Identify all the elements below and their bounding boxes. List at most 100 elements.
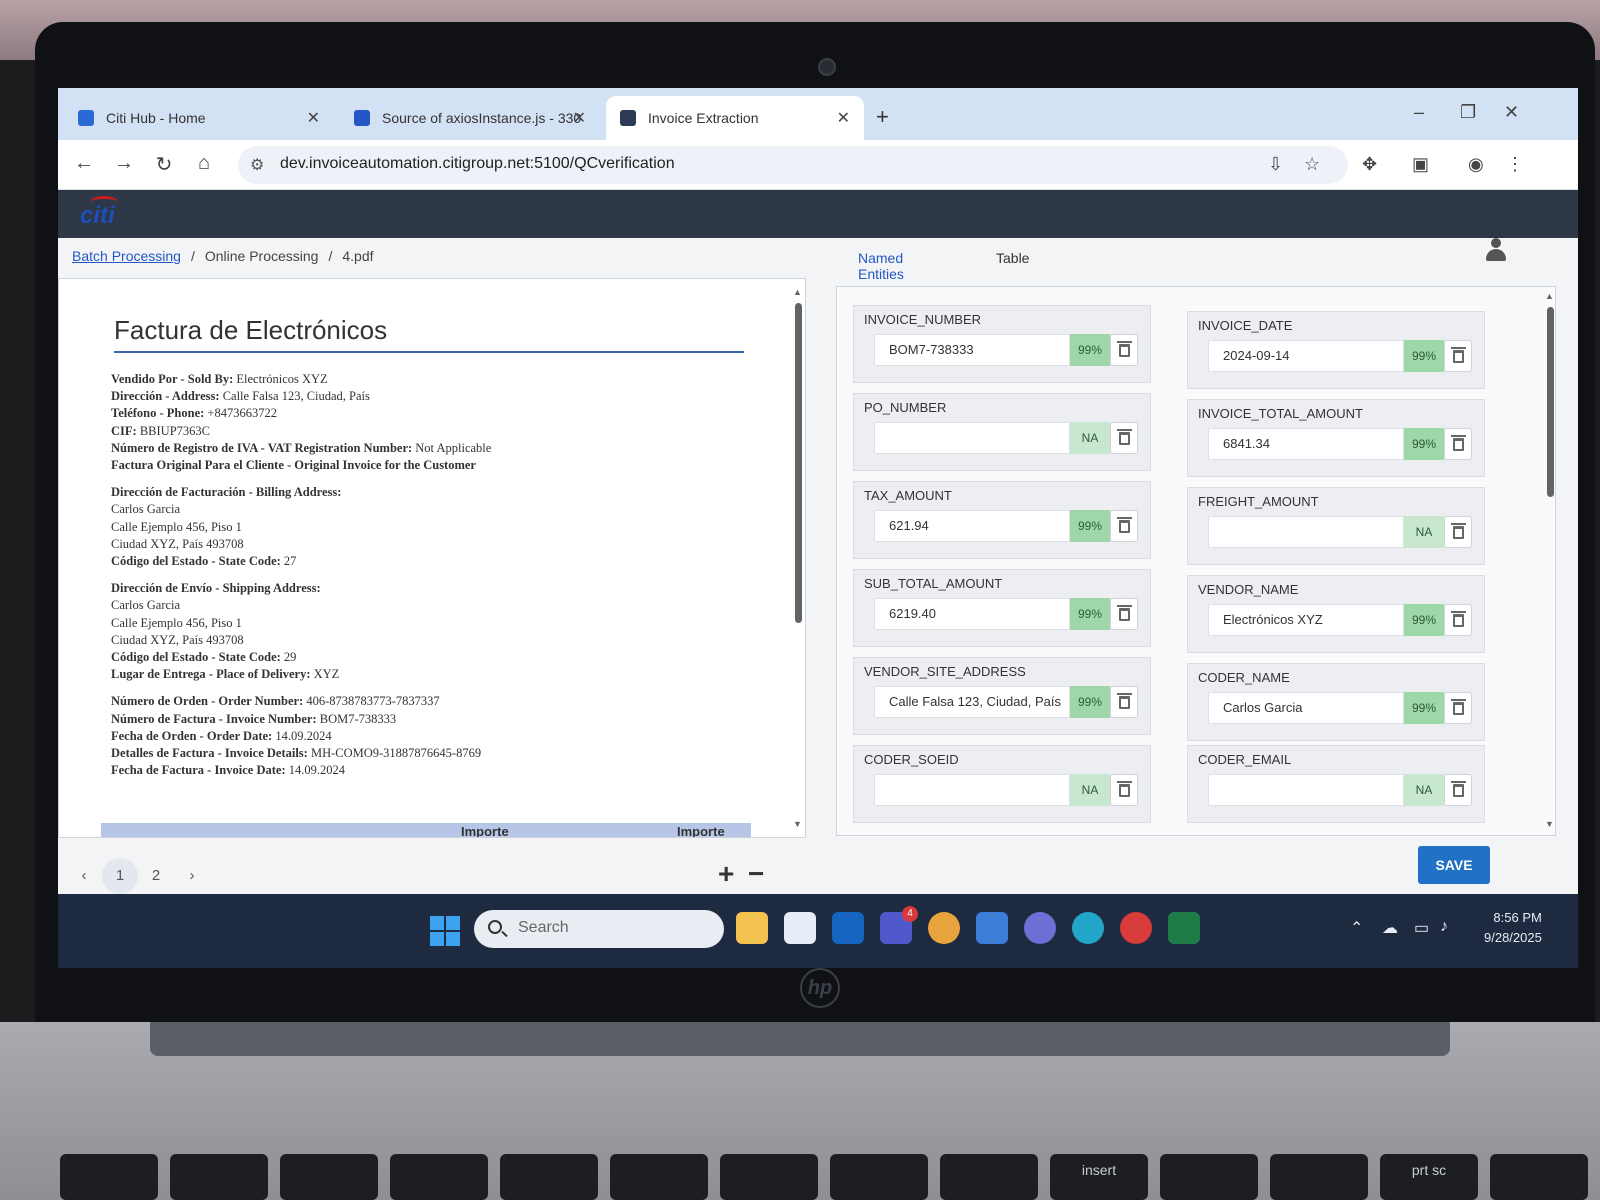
delete-button[interactable] [1110,510,1138,542]
delete-button[interactable] [1110,774,1138,806]
new-tab-button[interactable]: + [876,104,889,130]
field-input[interactable]: 2024-09-14 [1208,340,1404,372]
onedrive-icon[interactable]: ☁ [1382,918,1398,938]
viewer-scrollbar[interactable]: ▲ ▼ [793,287,803,831]
trash-icon [1117,429,1132,445]
delete-button[interactable] [1444,692,1472,724]
breadcrumb-separator: / [190,248,195,264]
close-tab-icon[interactable]: ✕ [573,108,586,128]
shipping-line: Ciudad XYZ, País 493708 [111,632,244,647]
close-window-icon[interactable]: ✕ [1504,102,1519,123]
tray-chevron-icon[interactable]: ⌃ [1350,918,1363,938]
scroll-thumb[interactable] [795,303,802,623]
field-input[interactable] [1208,774,1404,806]
delete-button[interactable] [1444,516,1472,548]
back-arrow-icon[interactable]: ← [72,152,96,175]
delete-button[interactable] [1444,774,1472,806]
volume-icon[interactable]: ♪ [1440,918,1448,936]
profile-icon[interactable]: ◉ [1468,154,1484,175]
site-info-icon[interactable]: ⚙ [250,155,264,175]
confidence-badge: 99% [1070,334,1110,366]
next-page-button[interactable]: › [174,858,210,894]
confidence-badge: NA [1404,516,1444,548]
key [280,1154,378,1200]
save-button[interactable]: SAVE [1418,846,1490,884]
entities-scrollbar[interactable]: ▲ ▼ [1545,291,1555,831]
field-input[interactable] [1208,516,1404,548]
field-input[interactable] [874,422,1070,454]
install-app-icon[interactable]: ⇩ [1268,154,1283,175]
chrome-icon[interactable] [928,912,960,944]
breadcrumb-online-processing: Online Processing [204,248,319,264]
teams-icon[interactable]: 4 [880,906,918,944]
delete-button[interactable] [1110,598,1138,630]
zoom-out-button[interactable]: − [748,858,764,890]
devtools-favicon-icon [354,110,370,126]
field-input[interactable]: Electrónicos XYZ [1208,604,1404,636]
breadcrumb-separator: / [328,248,333,264]
restore-icon[interactable]: ❐ [1460,102,1476,123]
cloud-app-icon[interactable] [1072,912,1104,944]
scroll-up-icon[interactable]: ▲ [793,287,802,297]
tab-citi-hub[interactable]: Citi Hub - Home ✕ [64,96,334,140]
delete-button[interactable] [1444,604,1472,636]
field-input[interactable]: Carlos Garcia [1208,692,1404,724]
field-input[interactable]: Calle Falsa 123, Ciudad, País [874,686,1070,718]
page-2-button[interactable]: 2 [138,858,174,894]
outlook-icon[interactable] [832,912,864,944]
minimize-icon[interactable]: – [1414,102,1424,123]
delete-button[interactable] [1110,422,1138,454]
citi-logo[interactable]: citi [80,196,118,230]
prev-page-button[interactable]: ‹ [66,858,102,894]
delete-button[interactable] [1444,340,1472,372]
notepad-icon[interactable] [976,912,1008,944]
taskbar-search[interactable]: Search [474,910,724,948]
breadcrumb-batch-processing[interactable]: Batch Processing [72,248,181,264]
side-panel-icon[interactable]: ▣ [1412,154,1429,175]
taskbar-clock[interactable]: 8:56 PM 9/28/2025 [1484,908,1542,948]
field-coder-name: CODER_NAME Carlos Garcia 99% [1187,663,1485,741]
github-icon[interactable] [1024,912,1056,944]
key [500,1154,598,1200]
field-input[interactable] [874,774,1070,806]
delete-button[interactable] [1110,686,1138,718]
tab-table[interactable]: Table [980,246,1045,270]
close-tab-icon[interactable]: ✕ [307,108,320,128]
file-explorer-icon[interactable] [736,912,768,944]
user-account-icon[interactable] [1486,238,1506,264]
field-input[interactable]: 6219.40 [874,598,1070,630]
hp-logo: hp [800,968,840,1008]
tab-named-entities[interactable]: Named Entities [842,246,920,289]
extensions-icon[interactable]: ✥ [1362,154,1377,175]
bookmark-star-icon[interactable]: ☆ [1304,154,1320,175]
tab-invoice-extraction[interactable]: Invoice Extraction ✕ [606,96,864,140]
excel-icon[interactable] [1168,912,1200,944]
pdf-viewer[interactable]: Factura de Electrónicos Vendido Por - So… [58,278,806,838]
billing-state: Código del Estado - State Code: 27 [111,554,297,569]
address-bar[interactable]: ⚙ dev.invoiceautomation.citigroup.net:51… [238,146,1348,184]
error-app-icon[interactable] [1120,912,1152,944]
field-invoice-date: INVOICE_DATE 2024-09-14 99% [1187,311,1485,389]
tab-source-axios[interactable]: Source of axiosInstance.js - 330 ✕ [340,96,600,140]
delete-button[interactable] [1444,428,1472,460]
menu-dots-icon[interactable]: ⋮ [1506,154,1524,175]
close-tab-icon[interactable]: ✕ [837,108,850,128]
forward-arrow-icon[interactable]: → [112,152,136,175]
scroll-down-icon[interactable]: ▼ [793,819,802,829]
home-icon[interactable]: ⌂ [192,152,216,175]
zoom-in-button[interactable]: + [718,858,734,890]
scroll-thumb[interactable] [1547,307,1554,497]
windows-start-icon[interactable] [430,916,460,946]
reload-icon[interactable]: ↻ [152,152,176,177]
key [60,1154,158,1200]
field-input[interactable]: 6841.34 [1208,428,1404,460]
network-icon[interactable]: ▭ [1414,918,1429,938]
git-icon[interactable] [784,912,816,944]
key-prtsc: prt sc [1380,1154,1478,1200]
delete-button[interactable] [1110,334,1138,366]
field-input[interactable]: 621.94 [874,510,1070,542]
scroll-up-icon[interactable]: ▲ [1545,291,1554,301]
field-input[interactable]: BOM7-738333 [874,334,1070,366]
page-1-button[interactable]: 1 [102,858,138,894]
scroll-down-icon[interactable]: ▼ [1545,819,1554,829]
